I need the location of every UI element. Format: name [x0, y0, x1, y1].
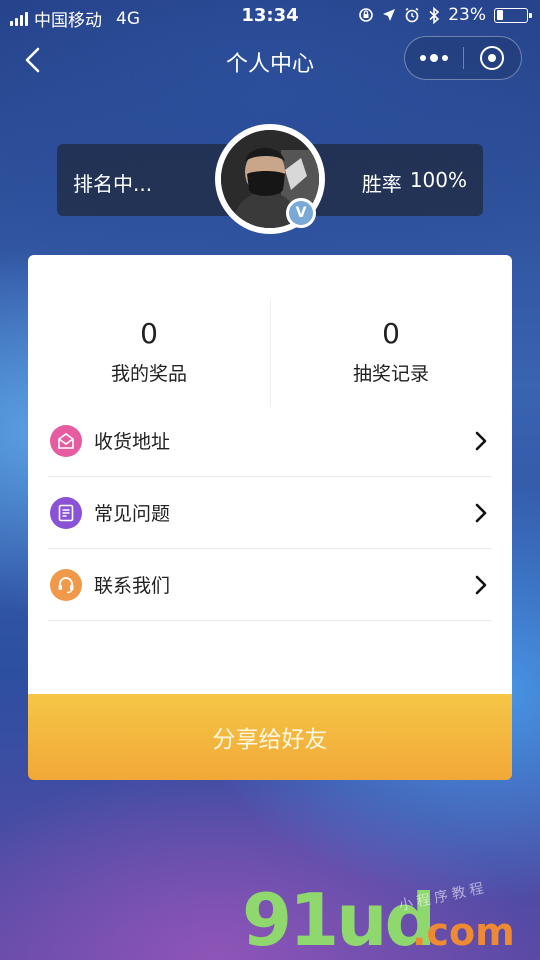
menu-label: 常见问题 — [94, 503, 171, 525]
chevron-right-icon — [475, 575, 487, 595]
menu-item-address[interactable]: 收货地址 — [48, 405, 492, 477]
stat-divider — [270, 299, 271, 407]
win-rate-label: 胜率 — [361, 172, 402, 196]
stat-value: 0 — [140, 317, 158, 350]
nav-bar: 个人中心 — [0, 32, 540, 88]
battery-icon — [494, 7, 532, 23]
stat-value: 0 — [382, 317, 400, 350]
battery-fill — [496, 10, 504, 20]
verified-badge: V — [286, 198, 316, 228]
menu-label: 收货地址 — [94, 431, 171, 453]
menu-item-faq[interactable]: 常见问题 — [48, 477, 492, 549]
status-bar: 中国移动 4G 13:34 23% — [0, 0, 540, 32]
watermark: 91ud .com 小程序教程 — [238, 880, 538, 960]
watermark-main: 91ud — [242, 878, 436, 960]
watermark-suffix: .com — [412, 910, 515, 954]
more-menu-button[interactable] — [405, 54, 463, 62]
menu-list: 收货地址 常见问题 联系我们 — [48, 405, 492, 621]
faq-icon — [50, 496, 82, 529]
alarm-icon — [405, 7, 419, 23]
stat-my-prizes[interactable]: 0 我的奖品 — [28, 255, 270, 415]
stat-draw-records[interactable]: 0 抽奖记录 — [270, 255, 512, 415]
battery-percent: 23% — [448, 5, 486, 25]
win-rate-value: 100% — [409, 168, 467, 192]
location-icon — [383, 9, 396, 21]
stat-label: 抽奖记录 — [352, 363, 429, 385]
rank-label: 排名中... — [73, 172, 153, 196]
chevron-right-icon — [475, 503, 487, 523]
close-ring-icon — [480, 46, 505, 70]
menu-label: 联系我们 — [94, 575, 171, 597]
win-rate: 胜率 100% — [362, 168, 467, 197]
chevron-right-icon — [475, 431, 487, 451]
headset-icon — [50, 568, 82, 601]
menu-item-contact[interactable]: 联系我们 — [48, 549, 492, 621]
mini-program-capsule — [404, 36, 522, 80]
bluetooth-icon — [429, 6, 440, 24]
share-button[interactable]: 分享给好友 — [28, 694, 512, 780]
address-icon — [50, 424, 82, 457]
status-right: 23% — [358, 5, 532, 25]
close-mini-program-button[interactable] — [464, 46, 522, 70]
stat-label: 我的奖品 — [110, 363, 187, 385]
rotation-lock-icon — [359, 8, 374, 22]
